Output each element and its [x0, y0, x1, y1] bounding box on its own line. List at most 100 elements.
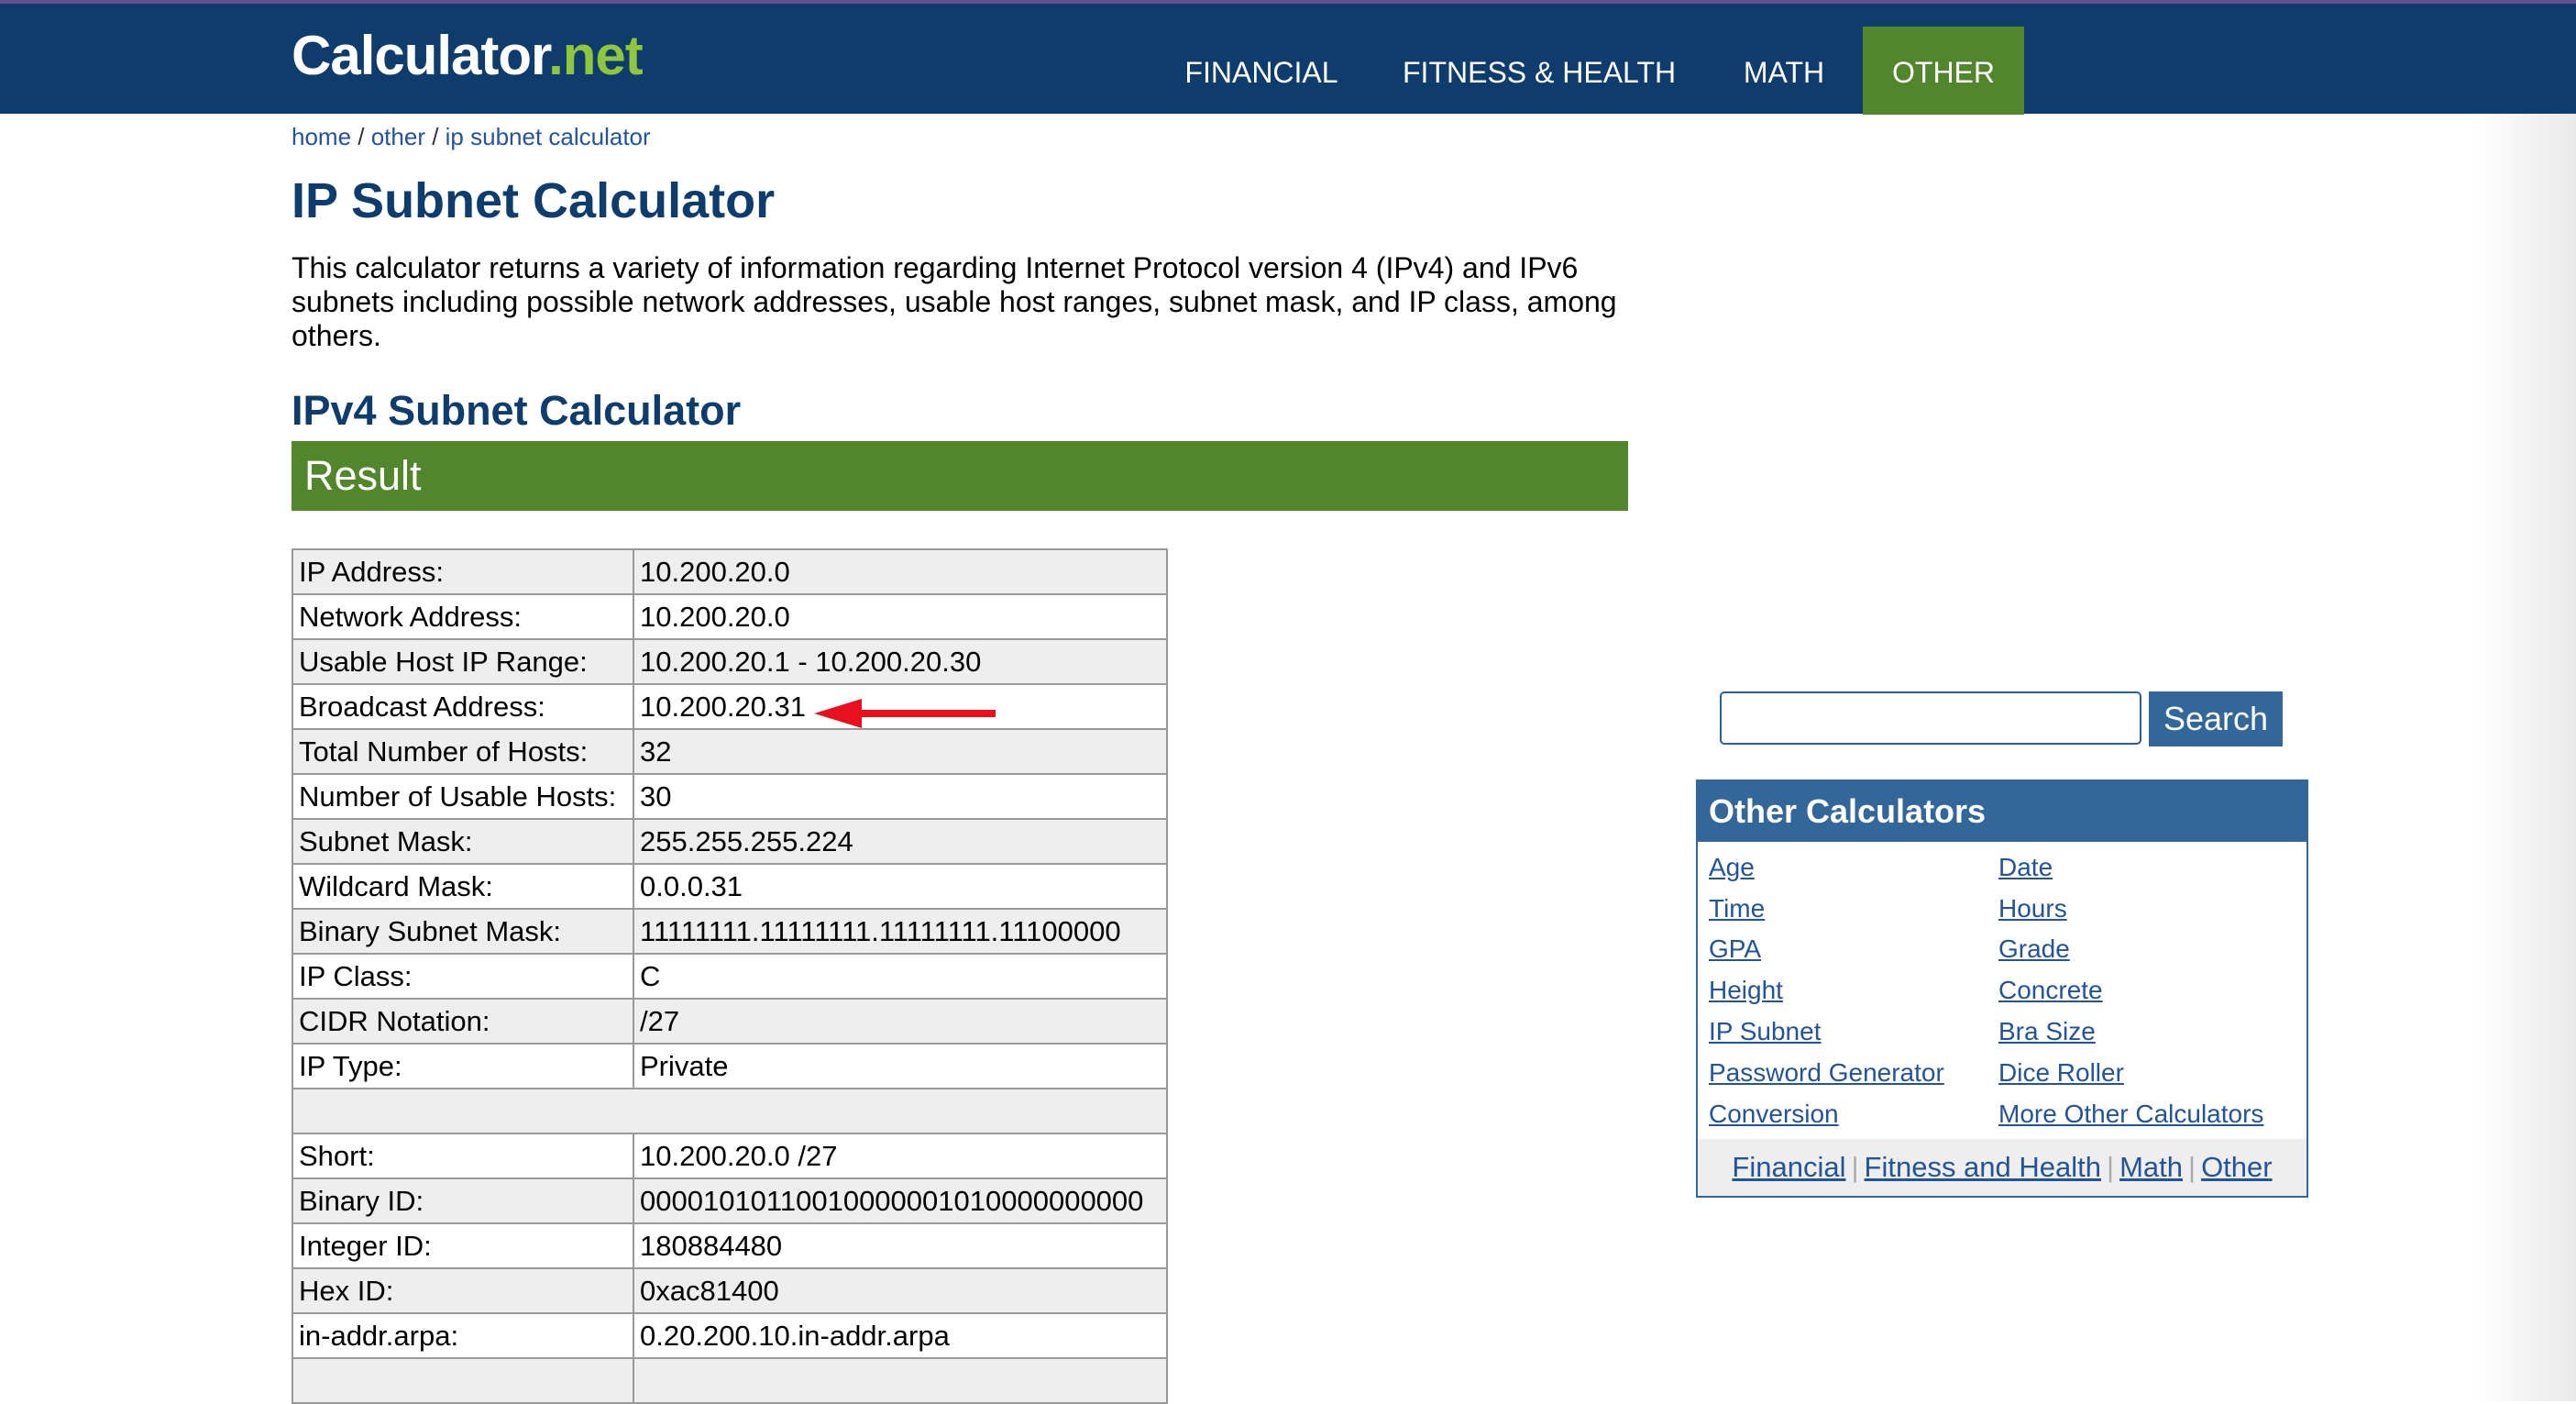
page-edge-shadow [2475, 114, 2576, 1401]
row-label: Subnet Mask: [292, 818, 634, 865]
table-row: Integer ID: 180884480 [292, 1222, 1168, 1269]
table-row: Binary ID: 000010101100100000010100000000… [292, 1177, 1168, 1224]
row-value: 10.200.20.0 /27 [633, 1133, 1168, 1179]
nav-fitness-health[interactable]: FITNESS & HEALTH [1373, 27, 1681, 115]
calc-link-date[interactable]: Date [1998, 853, 2053, 882]
row-value: 11111111.11111111.11111111.11100000 [633, 908, 1168, 955]
row-label: Wildcard Mask: [292, 863, 634, 910]
row-value: 10.200.20.0 [633, 548, 1168, 595]
calc-link-concrete[interactable]: Concrete [1998, 976, 2103, 1005]
calc-link-dice-roller[interactable]: Dice Roller [1998, 1058, 2124, 1088]
table-row: IP Type: Private [292, 1043, 1168, 1089]
nav-math[interactable]: MATH [1712, 27, 1855, 115]
other-calculators-box: Other Calculators Age Time GPA Height IP… [1696, 779, 2308, 1198]
footer-link-math[interactable]: Math [2119, 1151, 2183, 1183]
search-button[interactable]: Search [2149, 691, 2283, 746]
footer-link-other[interactable]: Other [2201, 1151, 2273, 1183]
row-value: 0.20.200.10.in-addr.arpa [633, 1312, 1168, 1359]
row-label [292, 1357, 634, 1404]
intro-text: This calculator returns a variety of inf… [292, 251, 1617, 352]
table-row [292, 1357, 1168, 1404]
row-value: 0.0.0.31 [633, 863, 1168, 910]
table-row: Binary Subnet Mask: 11111111.11111111.111… [292, 908, 1168, 955]
row-label: IP Address: [292, 548, 634, 595]
calc-link-ip-subnet[interactable]: IP Subnet [1709, 1017, 1821, 1046]
nav-other[interactable]: OTHER [1863, 27, 2024, 115]
breadcrumb-home[interactable]: home [292, 123, 351, 150]
row-value: 10.200.20.0 [633, 593, 1168, 640]
logo-main: Calculator [292, 25, 549, 86]
row-value: 255.255.255.224 [633, 818, 1168, 865]
calc-link-hours[interactable]: Hours [1998, 894, 2067, 923]
row-value: 180884480 [633, 1222, 1168, 1269]
row-value: 30 [633, 773, 1168, 820]
table-row: Network Address: 10.200.20.0 [292, 593, 1168, 640]
row-label: Integer ID: [292, 1222, 634, 1269]
row-value: 10.200.20.1 - 10.200.20.30 [633, 638, 1168, 685]
table-row: Number of Usable Hosts: 30 [292, 773, 1168, 820]
row-label: Broadcast Address: [292, 683, 634, 730]
row-value: 0xac81400 [633, 1267, 1168, 1314]
logo-dot: . [548, 25, 564, 86]
site-logo[interactable]: Calculator.net [292, 24, 644, 88]
table-row: Usable Host IP Range: 10.200.20.1 - 10.20… [292, 638, 1168, 685]
row-value: Private [633, 1043, 1168, 1089]
calc-link-bra-size[interactable]: Bra Size [1998, 1017, 2096, 1046]
breadcrumb: home / other / ip subnet calculator [292, 123, 651, 151]
table-row: in-addr.arpa: 0.20.200.10.in-addr.arpa [292, 1312, 1168, 1359]
other-calculators-footer: Financial | Fitness and Health | Math | Other [1698, 1139, 2306, 1196]
breadcrumb-separator: / [424, 123, 446, 150]
row-label: Number of Usable Hosts: [292, 773, 634, 820]
breadcrumb-other[interactable]: other [371, 123, 425, 150]
calc-link-conversion[interactable]: Conversion [1709, 1100, 1839, 1129]
row-label: Network Address: [292, 593, 634, 640]
row-label: CIDR Notation: [292, 998, 634, 1045]
footer-link-fitness-health[interactable]: Fitness and Health [1865, 1151, 2101, 1183]
table-spacer-row [292, 1088, 1168, 1134]
calc-link-gpa[interactable]: GPA [1709, 934, 1761, 964]
result-header: Result [292, 441, 1628, 511]
row-value: 00001010110010000001010000000000 [633, 1177, 1168, 1224]
calc-link-password-generator[interactable]: Password Generator [1709, 1058, 1944, 1088]
result-table: IP Address: 10.200.20.0 Network Address: 1… [292, 548, 1168, 1404]
footer-separator: | [2107, 1151, 2115, 1183]
calc-link-grade[interactable]: Grade [1998, 934, 2070, 964]
table-row: Subnet Mask: 255.255.255.224 [292, 818, 1168, 865]
row-label: Total Number of Hosts: [292, 728, 634, 775]
table-row: IP Address: 10.200.20.0 [292, 548, 1168, 595]
table-row: Wildcard Mask: 0.0.0.31 [292, 863, 1168, 910]
table-row: Hex ID: 0xac81400 [292, 1267, 1168, 1314]
logo-tld: net [562, 25, 644, 86]
footer-separator: | [2188, 1151, 2196, 1183]
row-label: IP Class: [292, 953, 634, 1000]
table-row: Broadcast Address: 10.200.20.31 [292, 683, 1168, 730]
section-title: IPv4 Subnet Calculator [292, 387, 742, 434]
row-label: Usable Host IP Range: [292, 638, 634, 685]
spacer-cell [292, 1088, 1168, 1134]
table-row: IP Class: C [292, 953, 1168, 1000]
row-value: /27 [633, 998, 1168, 1045]
row-value: 32 [633, 728, 1168, 775]
page-title: IP Subnet Calculator [292, 173, 776, 228]
calc-link-more-other[interactable]: More Other Calculators [1998, 1100, 2263, 1129]
footer-separator: | [1851, 1151, 1859, 1183]
row-value [633, 1357, 1168, 1404]
table-row: Total Number of Hosts: 32 [292, 728, 1168, 775]
row-label: IP Type: [292, 1043, 634, 1089]
red-arrow-icon [814, 699, 996, 728]
other-calculators-title: Other Calculators [1698, 781, 2306, 842]
site-header: Calculator.net FINANCIAL FITNESS & HEALT… [0, 4, 2576, 115]
row-label: Binary Subnet Mask: [292, 908, 634, 955]
row-label: Binary ID: [292, 1177, 634, 1224]
table-row: CIDR Notation:/27 [292, 998, 1168, 1045]
search-input[interactable] [1720, 691, 2141, 745]
breadcrumb-current[interactable]: ip subnet calculator [446, 123, 651, 150]
row-value: C [633, 953, 1168, 1000]
nav-financial[interactable]: FINANCIAL [1155, 27, 1368, 115]
calc-link-time[interactable]: Time [1709, 894, 1765, 923]
footer-link-financial[interactable]: Financial [1732, 1151, 1845, 1183]
row-label: Hex ID: [292, 1267, 634, 1314]
table-row: Short: 10.200.20.0 /27 [292, 1133, 1168, 1179]
calc-link-height[interactable]: Height [1709, 976, 1783, 1005]
calc-link-age[interactable]: Age [1709, 853, 1755, 882]
